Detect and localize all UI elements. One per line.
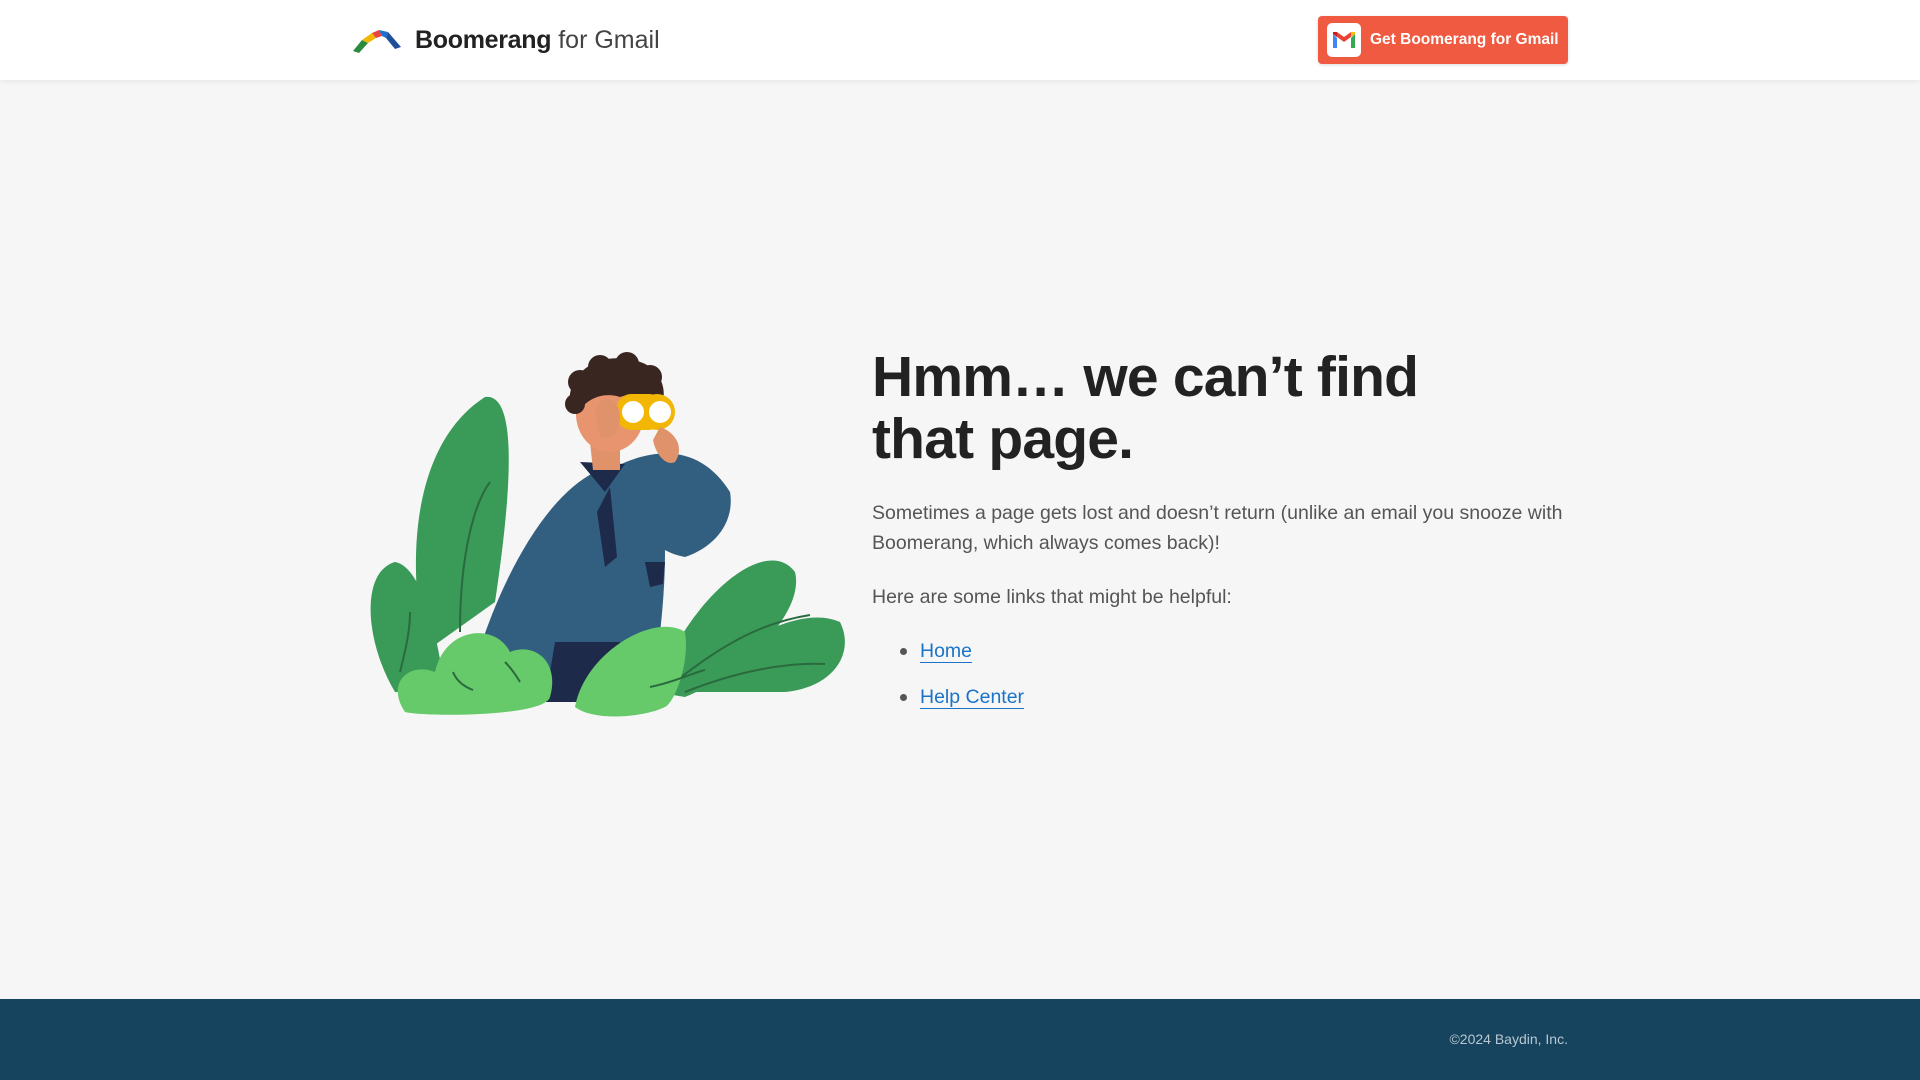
helpful-links-intro: Here are some links that might be helpfu… [872,586,1232,608]
logo-suffix-text: for Gmail [558,25,660,54]
home-link[interactable]: Home [920,640,973,663]
helpful-links-list: Home Help Center [872,636,1572,728]
gmail-icon [1327,23,1361,57]
site-footer: ©2024 Baydin, Inc. [0,999,1920,1080]
list-item: Home [872,636,1572,682]
title-line-1: Hmm… we can’t find [872,345,1419,409]
list-item: Help Center [872,682,1572,728]
not-found-content: Hmm… we can’t find that page. Sometimes … [872,346,1572,728]
logo-link[interactable]: Boomerang for Gmail [351,22,660,58]
bullet-icon [900,694,907,701]
help-center-link[interactable]: Help Center [920,686,1025,709]
get-boomerang-button[interactable]: Get Boomerang for Gmail [1318,16,1568,64]
boomerang-logo-icon [353,30,401,53]
title-line-2: that page. [872,407,1134,471]
bullet-icon [900,648,907,655]
logo-brand-text: Boomerang [415,25,552,54]
site-header: Boomerang for Gmail Get Boomerang for Gm… [0,0,1920,80]
page-title: Hmm… we can’t find that page. [872,346,1572,470]
copyright-text: ©2024 Baydin, Inc. [1449,1031,1568,1047]
get-boomerang-button-label: Get Boomerang for Gmail [1370,31,1559,48]
description-text: Sometimes a page gets lost and doesn’t r… [872,502,1563,554]
person-with-binoculars-illustration [365,352,845,722]
